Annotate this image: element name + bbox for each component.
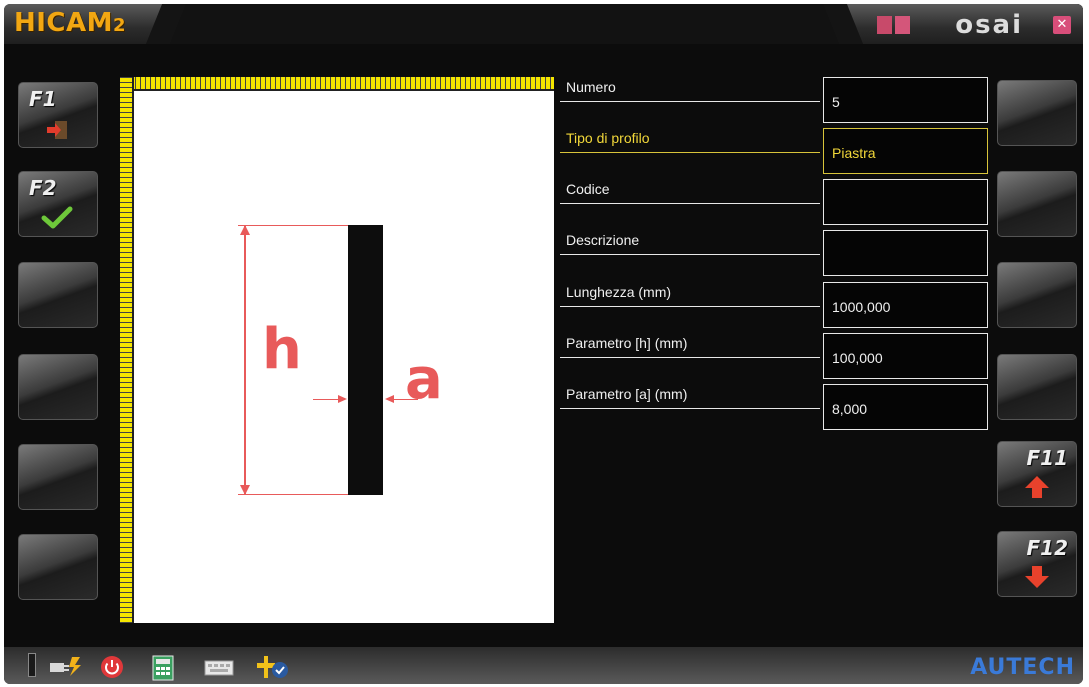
left-button-4[interactable] [18, 354, 98, 420]
dimension-h-line [244, 225, 246, 495]
field-label: Descrizione [566, 232, 640, 248]
brand-logo: osai [955, 10, 1023, 40]
parametro-a-input[interactable]: 8,000 [823, 384, 988, 430]
arrow-up-icon [1025, 476, 1049, 498]
field-value: 100,000 [832, 350, 883, 366]
power-plug-icon[interactable] [48, 655, 82, 677]
field-label: Parametro [a] (mm) [566, 386, 688, 402]
f1-key-label: F1 [29, 87, 57, 111]
field-label: Numero [566, 79, 616, 95]
calculator-icon[interactable] [152, 655, 174, 681]
checkmark-icon [41, 206, 73, 229]
power-icon[interactable] [100, 655, 124, 679]
field-descrizione: Descrizione [560, 230, 992, 278]
dimension-h-label: h [262, 317, 302, 382]
field-value: 8,000 [832, 401, 868, 417]
left-button-3[interactable] [18, 262, 98, 328]
f1-button[interactable]: F1 [18, 82, 98, 148]
autech-logo: AUTECH [970, 655, 1075, 680]
title-bar: HICAM2 osai ✕ [4, 4, 1083, 44]
right-button-4[interactable] [997, 354, 1077, 420]
dimension-a-label: a [405, 347, 443, 412]
field-value: Piastra [832, 145, 876, 161]
field-label: Lunghezza (mm) [566, 284, 672, 300]
parametro-h-input[interactable]: 100,000 [823, 333, 988, 379]
lunghezza-input[interactable]: 1000,000 [823, 282, 988, 328]
field-codice: Codice [560, 179, 992, 227]
f11-button[interactable]: F11 [997, 441, 1077, 507]
left-button-5[interactable] [18, 444, 98, 510]
field-value: 5 [832, 94, 840, 110]
left-button-6[interactable] [18, 534, 98, 600]
field-label: Parametro [h] (mm) [566, 335, 688, 351]
profile-drawing-panel: h a [120, 77, 554, 623]
ks-logo-icon [877, 16, 911, 34]
ruler-left [120, 77, 134, 623]
descrizione-input[interactable] [823, 230, 988, 276]
app-title: HICAM2 [14, 8, 126, 38]
field-label: Tipo di profilo [566, 130, 650, 146]
right-button-1[interactable] [997, 80, 1077, 146]
f12-key-label: F12 [1026, 536, 1069, 560]
numero-input[interactable]: 5 [823, 77, 988, 123]
f12-button[interactable]: F12 [997, 531, 1077, 597]
field-tipo-di-profilo: Tipo di profilo Piastra [560, 128, 992, 176]
app-title-main: HICAM [14, 8, 114, 38]
close-icon: ✕ [1056, 17, 1068, 32]
field-value: 1000,000 [832, 299, 891, 315]
field-label: Codice [566, 181, 610, 197]
field-lunghezza: Lunghezza (mm) 1000,000 [560, 282, 992, 330]
plate-profile-shape [348, 225, 383, 495]
app-window: HICAM2 osai ✕ F1 F2 F11 F12 h a Numero 5… [4, 4, 1083, 684]
field-parametro-a: Parametro [a] (mm) 8,000 [560, 384, 992, 432]
right-button-2[interactable] [997, 171, 1077, 237]
f2-key-label: F2 [29, 176, 57, 200]
field-numero: Numero 5 [560, 77, 992, 125]
close-button[interactable]: ✕ [1053, 16, 1071, 34]
codice-input[interactable] [823, 179, 988, 225]
f11-key-label: F11 [1026, 446, 1069, 470]
arrow-down-icon [1025, 566, 1049, 588]
exit-door-icon [47, 121, 67, 139]
field-parametro-h: Parametro [h] (mm) 100,000 [560, 333, 992, 381]
keyboard-icon[interactable] [204, 655, 234, 677]
app-title-sub: 2 [113, 15, 127, 36]
f2-button[interactable]: F2 [18, 171, 98, 237]
status-bar: AUTECH [4, 647, 1083, 684]
status-indicator [28, 653, 36, 677]
tipo-di-profilo-input[interactable]: Piastra [823, 128, 988, 174]
ruler-top [120, 77, 554, 91]
right-button-3[interactable] [997, 262, 1077, 328]
tool-settings-icon[interactable] [256, 655, 290, 681]
